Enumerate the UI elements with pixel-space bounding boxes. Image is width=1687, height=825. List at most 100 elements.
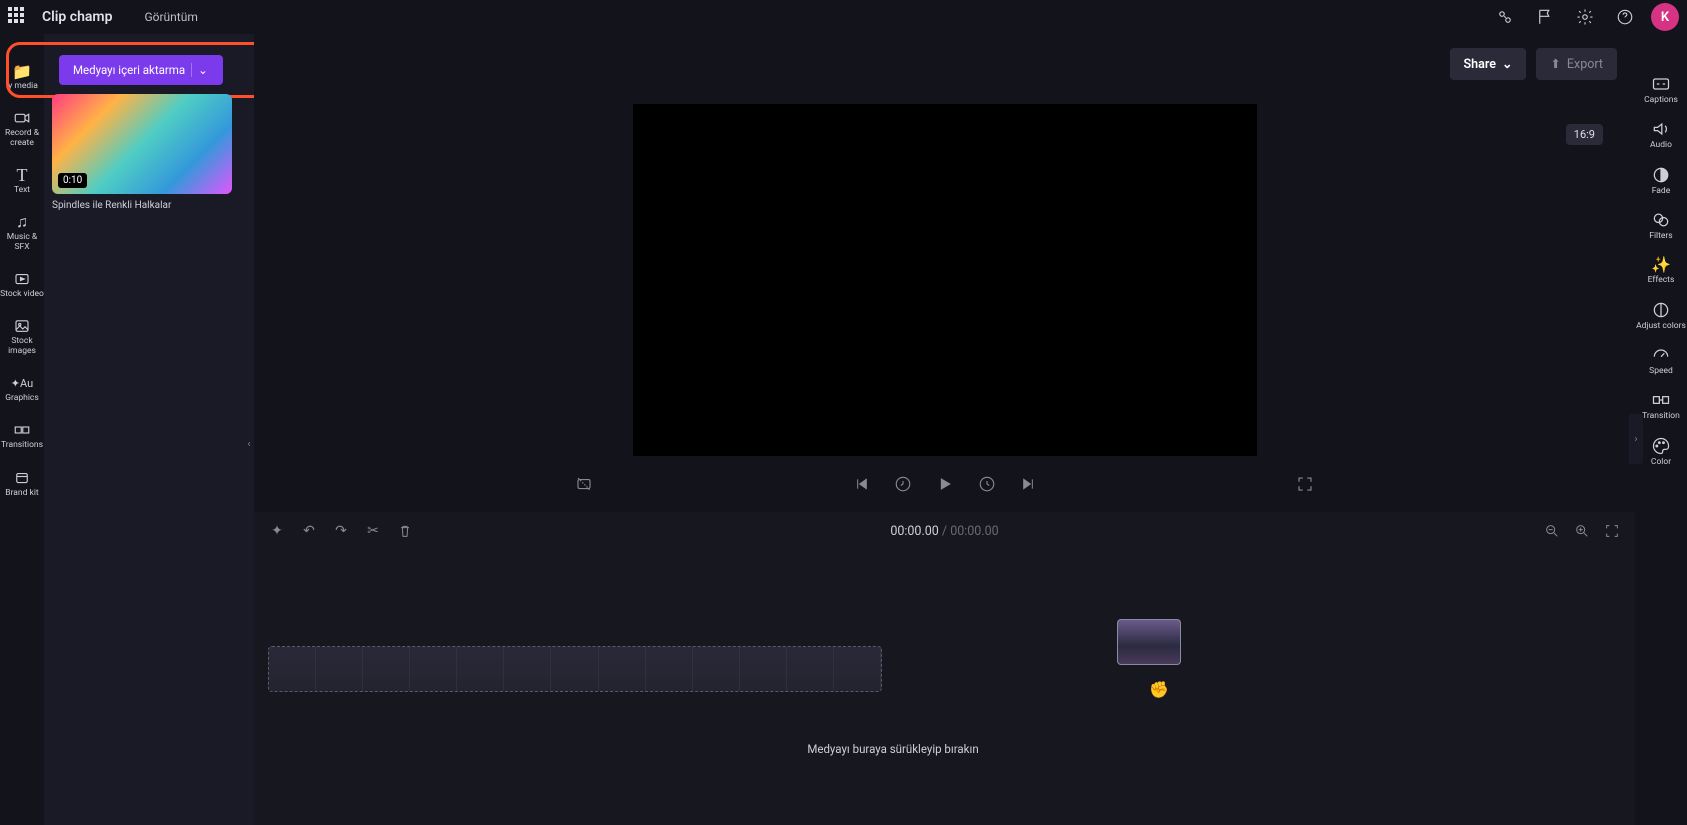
preview-area: Share ⌄ ⬆ Export 16:9	[254, 34, 1635, 512]
speed-icon	[1651, 345, 1671, 365]
transitions-icon	[13, 421, 31, 439]
nav-label: Stock images	[0, 337, 44, 356]
playback-bar	[254, 456, 1635, 512]
right-label: Color	[1651, 458, 1671, 467]
import-media-button[interactable]: Medyayı içeri aktarma ⌄	[59, 55, 223, 85]
nav-transitions[interactable]: Transitions	[0, 417, 44, 454]
flag-icon[interactable]	[1531, 3, 1559, 31]
right-filters[interactable]: Filters	[1649, 210, 1672, 241]
timeline-drop-zone[interactable]: ✊	[268, 646, 882, 692]
timecode-current: 00:00.00	[890, 524, 938, 539]
split-icon[interactable]: ✂	[364, 522, 382, 540]
nav-label: Graphics	[5, 394, 39, 403]
fullscreen-icon[interactable]	[1295, 474, 1315, 494]
right-fade[interactable]: Fade	[1651, 165, 1671, 196]
magic-tool-icon[interactable]: ✦	[268, 522, 286, 540]
timecode-total: 00:00.00	[950, 524, 998, 539]
skip-forward-icon[interactable]	[1019, 474, 1039, 494]
fade-icon	[1651, 165, 1671, 185]
collapse-right-panel-button[interactable]: ›	[1629, 414, 1643, 464]
play-icon[interactable]	[935, 474, 955, 494]
right-speed[interactable]: Speed	[1649, 345, 1673, 376]
nav-label: Music & SFX	[0, 233, 44, 252]
chevron-down-icon: ⌄	[1502, 56, 1512, 72]
video-preview-canvas[interactable]	[633, 104, 1257, 456]
media-duration: 0:10	[58, 173, 87, 188]
nav-stock-images[interactable]: Stock images	[0, 313, 44, 360]
right-label: Transition	[1642, 412, 1680, 421]
left-sidebar: 📁 ly media Record & create T Text ♫ Musi…	[0, 34, 44, 825]
step-back-icon[interactable]	[893, 474, 913, 494]
share-button[interactable]: Share ⌄	[1450, 48, 1527, 80]
transition-icon	[1651, 390, 1671, 410]
nav-label: Transitions	[1, 441, 43, 450]
undo-icon[interactable]: ↶	[300, 522, 318, 540]
right-captions[interactable]: Captions	[1644, 74, 1678, 105]
delete-icon[interactable]	[396, 522, 414, 540]
media-thumbnail[interactable]: 0:10	[52, 94, 232, 194]
nav-brand-kit[interactable]: Brand kit	[0, 465, 44, 502]
music-icon: ♫	[13, 213, 31, 231]
export-button[interactable]: ⬆ Export	[1536, 48, 1617, 80]
grab-cursor-icon: ✊	[1149, 680, 1169, 699]
nav-record-create[interactable]: Record & create	[0, 105, 44, 152]
right-label: Captions	[1644, 96, 1678, 105]
graphics-icon: ✦Au	[13, 374, 31, 392]
brand-kit-icon	[13, 469, 31, 487]
import-callout-highlight: Medyayı içeri aktarma ⌄	[6, 42, 286, 98]
zoom-out-icon[interactable]	[1543, 522, 1561, 540]
user-avatar[interactable]: K	[1651, 3, 1679, 31]
snapshot-icon[interactable]	[574, 474, 594, 494]
app-name: Clip champ	[42, 9, 112, 25]
share-label: Share	[1464, 57, 1496, 72]
nav-label: Record & create	[0, 129, 44, 148]
top-header: Clip champ Görüntüm K	[0, 0, 1687, 34]
camera-icon	[13, 109, 31, 127]
timeline-body[interactable]: ✊ Medyayı buraya sürükleyip bırakın	[254, 550, 1635, 825]
filters-icon	[1651, 210, 1671, 230]
chevron-down-icon[interactable]: ⌄	[191, 63, 209, 77]
nav-text[interactable]: T Text	[0, 162, 44, 199]
video-icon	[13, 270, 31, 288]
nav-label: Text	[14, 186, 30, 195]
nav-music-sfx[interactable]: ♫ Music & SFX	[0, 209, 44, 256]
nav-stock-video[interactable]: Stock video	[0, 266, 44, 303]
nav-graphics[interactable]: ✦Au Graphics	[0, 370, 44, 407]
step-forward-icon[interactable]	[977, 474, 997, 494]
effects-icon: ✨	[1651, 255, 1671, 274]
right-label: Adjust colors	[1636, 322, 1686, 331]
app-menu-icon[interactable]	[8, 7, 28, 27]
adjust-colors-icon	[1651, 300, 1671, 320]
right-audio[interactable]: Audio	[1650, 119, 1672, 150]
right-effects[interactable]: ✨ Effects	[1648, 255, 1675, 285]
nav-label: Stock video	[0, 290, 44, 299]
timecode: 00:00.00 / 00:00.00	[890, 524, 998, 539]
export-label: Export	[1567, 57, 1603, 72]
media-item[interactable]: 0:10 Spindles ile Renkli Halkalar	[52, 94, 232, 211]
right-label: Effects	[1648, 276, 1675, 285]
project-name[interactable]: Görüntüm	[144, 10, 197, 24]
right-color[interactable]: Color	[1651, 436, 1671, 467]
zoom-fit-icon[interactable]	[1603, 522, 1621, 540]
text-icon: T	[13, 166, 31, 184]
right-transition[interactable]: Transition	[1642, 390, 1680, 421]
center-area: Share ⌄ ⬆ Export 16:9	[254, 34, 1635, 825]
skip-back-icon[interactable]	[851, 474, 871, 494]
redo-icon[interactable]: ↷	[332, 522, 350, 540]
right-label: Filters	[1649, 232, 1672, 241]
right-sidebar: Captions Audio Fade Filters ✨ Effects Ad…	[1635, 34, 1687, 825]
image-icon	[13, 317, 31, 335]
import-label: Medyayı içeri aktarma	[73, 63, 185, 77]
timeline-toolbar: ✦ ↶ ↷ ✂ 00:00.00 / 00:00.00	[254, 512, 1635, 550]
settings-icon[interactable]	[1571, 3, 1599, 31]
help-icon[interactable]	[1611, 3, 1639, 31]
dragging-clip-thumbnail[interactable]	[1117, 619, 1181, 665]
right-adjust-colors[interactable]: Adjust colors	[1636, 300, 1686, 331]
timeline-area: ✦ ↶ ↷ ✂ 00:00.00 / 00:00.00	[254, 512, 1635, 825]
right-label: Speed	[1649, 367, 1673, 376]
aspect-ratio-button[interactable]: 16:9	[1566, 124, 1603, 145]
right-label: Audio	[1650, 141, 1672, 150]
timeline-drop-hint: Medyayı buraya sürükleyip bırakın	[268, 742, 1518, 756]
upgrade-icon[interactable]	[1491, 3, 1519, 31]
zoom-in-icon[interactable]	[1573, 522, 1591, 540]
